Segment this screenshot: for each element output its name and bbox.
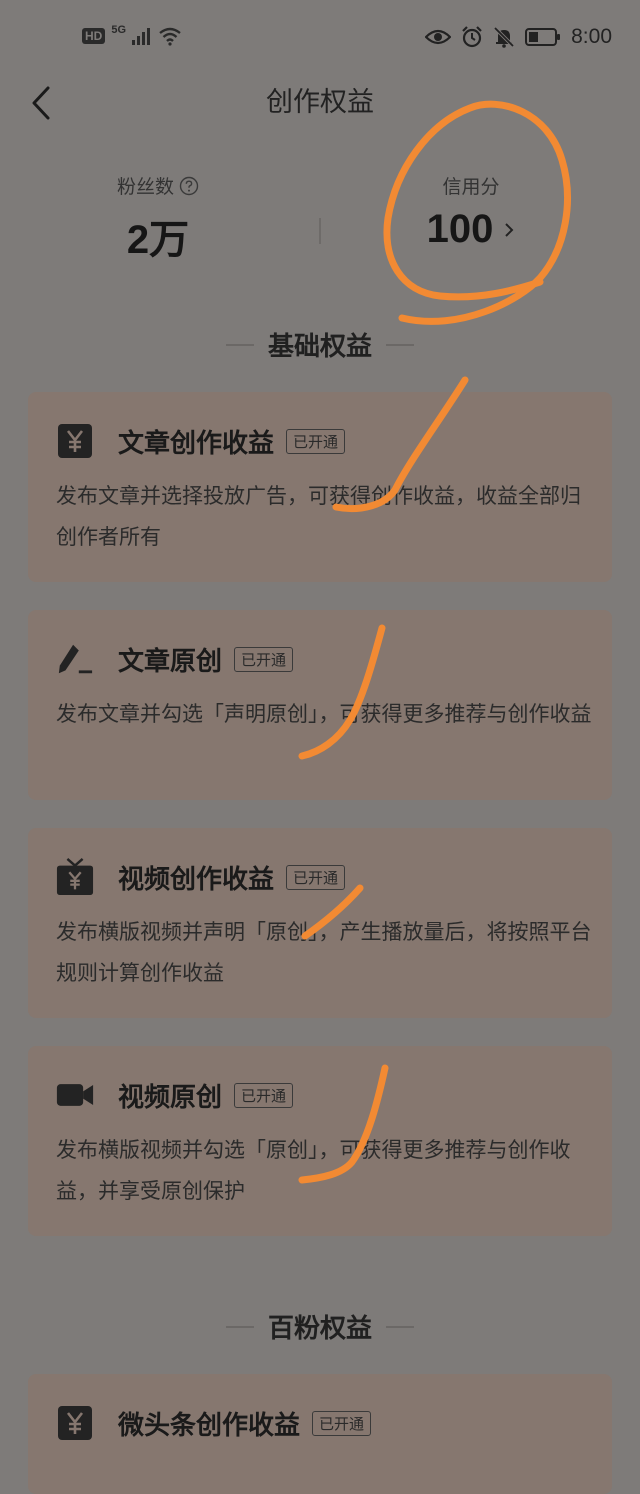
section-line-right xyxy=(386,1325,414,1328)
card-title: 视频创作收益 xyxy=(118,864,275,895)
credit-value: 100 xyxy=(426,207,494,251)
wifi-icon xyxy=(159,27,181,46)
card-article-original[interactable]: 文章原创 已开通 发布文章并勾选「声明原创」，可获得更多推荐与创作收益 xyxy=(28,610,612,800)
status-badge: 已开通 xyxy=(312,1410,372,1436)
card-header: 微头条创作收益 已开通 xyxy=(56,1404,372,1442)
section-line-right xyxy=(386,343,414,346)
card-title: 文章原创 xyxy=(118,646,223,677)
card-header: 视频创作收益 已开通 xyxy=(56,858,346,896)
status-bar: HD 5G 8:00 xyxy=(0,0,640,80)
mute-bell-icon xyxy=(493,26,515,48)
stats-divider xyxy=(319,218,321,244)
chevron-right-icon xyxy=(505,222,514,237)
status-left: HD 5G xyxy=(82,24,182,46)
section-title: 基础权益 xyxy=(267,332,372,362)
card-description: 发布文章并选择投放广告，可获得创作收益，收益全部归创作者所有 xyxy=(56,484,581,549)
hd-indicator: HD xyxy=(82,28,106,44)
signal-icon xyxy=(132,28,151,45)
fans-value: 2万 xyxy=(126,218,190,262)
clock-time: 8:00 xyxy=(571,25,612,48)
fans-label: 粉丝数 xyxy=(116,176,174,198)
credit-label: 信用分 xyxy=(442,176,500,198)
card-description: 发布文章并勾选「声明原创」，可获得更多推荐与创作收益 xyxy=(56,702,592,726)
yuan-icon xyxy=(56,1404,94,1442)
back-arrow-icon xyxy=(32,86,50,120)
alarm-icon xyxy=(462,26,482,48)
status-badge: 已开通 xyxy=(286,864,346,890)
card-header: 文章原创 已开通 xyxy=(56,640,294,678)
card-weitoutiao-income[interactable]: 微头条创作收益 已开通 xyxy=(28,1374,612,1494)
credit-value-row: 100 xyxy=(406,207,536,252)
status-badge: 已开通 xyxy=(286,428,346,454)
section-line-left xyxy=(225,343,254,346)
section-line-left xyxy=(225,1325,254,1328)
page-title: 创作权益 xyxy=(266,87,374,118)
tv-yuan-icon xyxy=(56,858,94,896)
card-video-original[interactable]: 视频原创 已开通 发布横版视频并勾选「原创」，可获得更多推荐与创作收益，并享受原… xyxy=(28,1046,612,1236)
card-title: 文章创作收益 xyxy=(118,428,275,459)
back-button[interactable] xyxy=(26,84,66,124)
question-circle-icon[interactable] xyxy=(179,176,199,196)
network-type: 5G xyxy=(111,24,127,36)
credit-stat[interactable]: 信用分 100 xyxy=(406,172,536,252)
card-header: 文章创作收益 已开通 xyxy=(56,422,346,460)
card-video-income[interactable]: 视频创作收益 已开通 发布横版视频并声明「原创」，产生播放量后，将按照平台规则计… xyxy=(28,828,612,1018)
section-hundred-fans-rights: 百粉权益 xyxy=(0,1308,640,1345)
battery-icon xyxy=(525,28,561,46)
card-title: 视频原创 xyxy=(118,1082,223,1113)
video-camera-icon xyxy=(56,1076,94,1114)
section-basic-rights: 基础权益 xyxy=(0,326,640,363)
status-right: 8:00 xyxy=(425,25,612,49)
status-badge: 已开通 xyxy=(234,1082,294,1108)
yuan-icon xyxy=(56,422,94,460)
card-article-income[interactable]: 文章创作收益 已开通 发布文章并选择投放广告，可获得创作收益，收益全部归创作者所… xyxy=(28,392,612,582)
card-description: 发布横版视频并勾选「原创」，可获得更多推荐与创作收益，并享受原创保护 xyxy=(56,1138,571,1203)
eye-icon xyxy=(425,29,452,45)
pen-icon xyxy=(56,640,94,678)
status-badge: 已开通 xyxy=(234,646,294,672)
card-title: 微头条创作收益 xyxy=(118,1410,301,1441)
card-description: 发布横版视频并声明「原创」，产生播放量后，将按照平台规则计算创作收益 xyxy=(56,920,592,985)
fans-stat: 粉丝数 2万 xyxy=(98,172,218,265)
section-title: 百粉权益 xyxy=(267,1314,372,1344)
fans-label-row: 粉丝数 xyxy=(98,172,218,199)
card-header: 视频原创 已开通 xyxy=(56,1076,294,1114)
